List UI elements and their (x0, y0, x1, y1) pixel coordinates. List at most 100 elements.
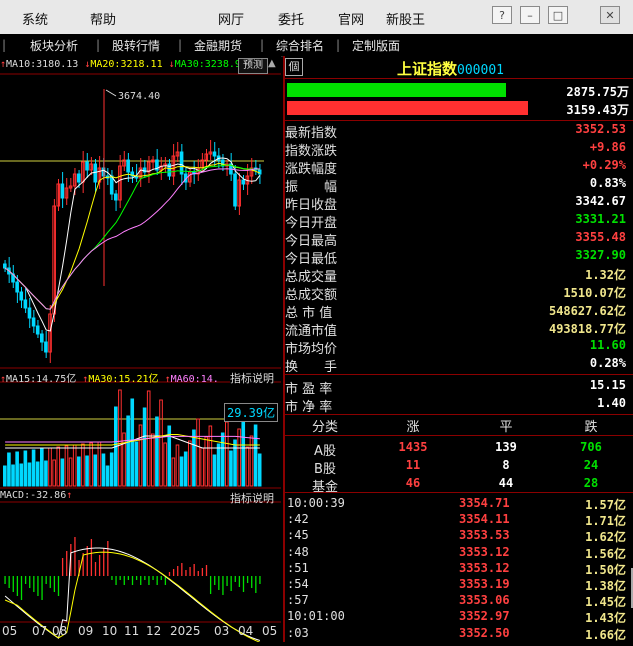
classify-header-cell: 分类 (311, 420, 338, 435)
volume-bar (225, 421, 229, 487)
stat-row: 今日最低 3327.90 (285, 248, 630, 267)
ratio-label: 市 盈 率 (285, 382, 333, 397)
x-axis-label: 11 (124, 624, 140, 638)
menu-help[interactable]: 帮助 (90, 9, 116, 28)
menu-system[interactable]: 系统 (22, 9, 48, 28)
candle-body (233, 173, 237, 207)
classify-cell-down: 28 (583, 476, 599, 490)
stat-value: 3342.67 (575, 194, 626, 208)
stat-value: 0.83% (589, 176, 626, 190)
stat-value: 3355.48 (575, 230, 626, 244)
tick-row: :45 3353.53 1.62亿 (285, 528, 630, 544)
menu-rankings[interactable]: 综合排名 (276, 37, 324, 54)
candle-body (3, 263, 7, 269)
index-title: 上证指数000001 (397, 58, 504, 79)
tick-time: :54 (287, 577, 309, 591)
help-icon[interactable]: ? (492, 6, 512, 24)
tick-price: 3354.11 (459, 512, 510, 527)
candle-body (126, 159, 130, 173)
volume-bar (171, 457, 176, 487)
sell-volume-bar (287, 101, 528, 115)
candle-body (60, 183, 65, 199)
tick-volume: 1.56亿 (585, 546, 626, 561)
volume-bar (183, 451, 188, 487)
volume-bar (163, 442, 167, 487)
stat-row: 总 市 值 548627.62亿 (285, 302, 630, 321)
maximize-icon[interactable]: □ (548, 6, 568, 24)
stat-label: 换 手 (285, 360, 338, 375)
indicator-help-vol[interactable]: 指标说明 (230, 370, 274, 386)
menu-sector-analysis[interactable]: 板块分析 (30, 37, 78, 54)
tick-row: :51 3353.12 1.50亿 (285, 561, 630, 577)
buy-volume-value: 2875.75万 (566, 85, 629, 99)
ratio-value: 1.40 (597, 396, 626, 410)
classify-header-cell: 涨 (406, 420, 420, 435)
volume-bar (241, 417, 246, 487)
stat-label: 总成交量 (285, 270, 338, 285)
x-axis-label: 07 (32, 624, 48, 638)
volume-bar (233, 439, 237, 487)
stat-label: 涨跌幅度 (285, 162, 338, 177)
volume-bar (68, 457, 73, 487)
predict-button[interactable]: 预测 (238, 58, 268, 74)
stat-value: 493818.77亿 (548, 322, 626, 336)
classify-cell-down: 24 (583, 458, 599, 472)
menu-new-stock[interactable]: 新股王 (386, 9, 425, 28)
volume-bar (134, 441, 139, 487)
volume-bar (192, 429, 196, 487)
candle-body (27, 307, 32, 319)
macd-histogram (4, 537, 261, 600)
candle-body (212, 151, 217, 157)
menu-entrust[interactable]: 委托 (278, 9, 304, 28)
kline-chart[interactable]: 3674.40 ↑MA10:3180.13 ↓MA20:3218.11 ↓MA3… (0, 56, 281, 643)
volume-bar (130, 398, 135, 487)
menu-financial-futures[interactable]: 金融期货 (194, 37, 242, 54)
stat-value: 3327.90 (575, 248, 626, 262)
volume-bar (142, 407, 147, 487)
volume-bar (212, 454, 217, 487)
classify-cell-up: 1435 (398, 440, 428, 454)
indicator-help-macd[interactable]: 指标说明 (230, 490, 274, 506)
macd-value: MACD:-32.86 (0, 490, 67, 501)
tick-row: :48 3353.12 1.56亿 (285, 545, 630, 561)
stat-row: 总成交量 1.32亿 (285, 266, 630, 285)
classify-header: 分类 涨 平 跌 (285, 416, 630, 435)
volume-header: ↑MA15:14.75亿 ↑MA30:15.21亿 ↑MA60:14. (0, 374, 219, 385)
volume-bar (97, 441, 102, 487)
menu-custom-layout[interactable]: 定制版面 (352, 37, 400, 54)
x-axis-label: 08 (52, 624, 68, 638)
ma20-value: MA20:3218.11 (90, 59, 163, 70)
candle-body (114, 193, 118, 201)
classify-cell-name: B股 (314, 462, 336, 477)
minimize-icon[interactable]: – (520, 6, 540, 24)
tick-price: 3353.19 (459, 577, 510, 591)
ma-line (4, 168, 260, 310)
menu-online-hall[interactable]: 网厅 (218, 9, 244, 28)
volume-bar (216, 443, 221, 487)
volume-bar (105, 465, 110, 487)
volume-bar (44, 460, 48, 487)
stat-row: 指数涨跌 +9.86 (285, 140, 630, 159)
stat-label: 今日最低 (285, 252, 338, 267)
candle-body (40, 333, 44, 343)
stat-label: 最新指数 (285, 126, 338, 141)
index-name: 上证指数 (397, 60, 458, 78)
classify-cell-flat: 8 (502, 458, 510, 472)
classify-row: 基金 46 44 28 (285, 476, 630, 495)
volume-bar (175, 444, 180, 487)
tick-volume: 1.71亿 (585, 514, 626, 529)
panel-menu-icon[interactable]: 個 (285, 58, 303, 76)
menu-official-site[interactable]: 官网 (338, 9, 364, 28)
ratio-value: 15.15 (589, 378, 626, 392)
menu-otc-quotes[interactable]: 股转行情 (112, 37, 160, 54)
classify-cell-up: 11 (405, 458, 421, 472)
ma-line (4, 162, 261, 310)
volume-bar (48, 447, 52, 487)
x-axis-label: 03 (214, 624, 230, 638)
scroll-up-icon[interactable]: ▲ (268, 58, 280, 72)
tick-volume: 1.66亿 (585, 627, 626, 642)
stat-value: 3352.53 (575, 122, 626, 136)
close-icon[interactable]: ✕ (600, 6, 620, 24)
x-axis-label: 09 (78, 624, 94, 638)
stat-row: 振 幅 0.83% (285, 176, 630, 195)
